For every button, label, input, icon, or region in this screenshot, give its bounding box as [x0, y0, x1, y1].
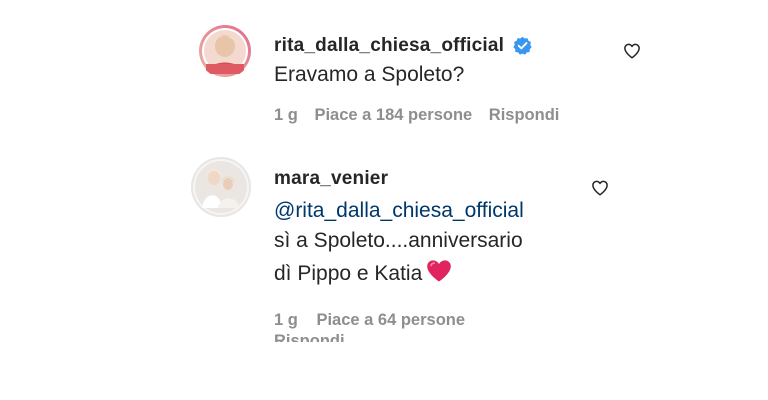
like-heart-icon[interactable] [623, 42, 641, 60]
comment-text-line: dì Pippo e Katia [274, 259, 452, 286]
comment-meta: 1 g Piace a 64 persone [274, 311, 465, 330]
mention-link[interactable]: @rita_dalla_chiesa_official [274, 199, 524, 223]
like-heart-icon[interactable] [591, 179, 609, 197]
reply-button[interactable]: Rispondi [489, 106, 560, 124]
comment-username[interactable]: mara_venier [274, 168, 388, 190]
avatar[interactable] [198, 24, 252, 78]
comments-panel: rita_dalla_chiesa_official Eravamo a Spo… [0, 0, 768, 400]
red-heart-emoji-icon [427, 260, 452, 282]
comments-list: rita_dalla_chiesa_official Eravamo a Spo… [0, 0, 768, 342]
comment-text-line-content: dì Pippo e Katia [274, 262, 423, 285]
likes-count-link[interactable]: Piace a 64 persone [316, 311, 465, 329]
comment-username[interactable]: rita_dalla_chiesa_official [274, 35, 504, 57]
comment-time: 1 g [274, 106, 298, 124]
verified-badge-icon [513, 36, 532, 55]
likes-count-link[interactable]: Piace a 184 persone [314, 106, 472, 124]
comment-time: 1 g [274, 311, 298, 329]
comment-text-line: sì a Spoleto....anniversario [274, 229, 523, 252]
comment-item: mara_venier @rita_dalla_chiesa_official … [0, 140, 768, 342]
avatar[interactable] [190, 156, 252, 218]
comment-text: Eravamo a Spoleto? [274, 63, 465, 86]
comment-meta: 1 g Piace a 184 persone Rispondi [274, 106, 559, 125]
comment-item: rita_dalla_chiesa_official Eravamo a Spo… [0, 0, 768, 140]
reply-button[interactable]: Rispondi [274, 332, 345, 342]
